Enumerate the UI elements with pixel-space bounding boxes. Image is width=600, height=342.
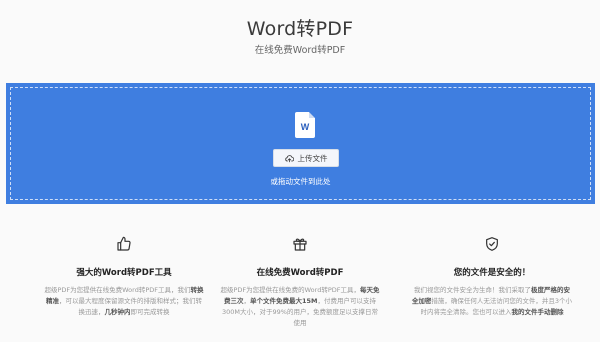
- feature-title: 您的文件是安全的！: [453, 268, 531, 278]
- gift-icon: [293, 238, 307, 251]
- hero-section: Word转PDF 在线免费Word转PDF: [0, 0, 600, 84]
- word-file-icon: W: [295, 112, 315, 138]
- feature-title: 在线免费Word转PDF: [256, 268, 344, 278]
- highlight-text: 我的文件手动删除: [511, 308, 564, 316]
- feature-title: 强大的Word转PDF工具: [76, 268, 172, 278]
- feature-card-secure: 您的文件是安全的！ 我们视您的文件安全为生命！我们采取了极度严格的安全加密措施，…: [407, 236, 577, 318]
- page-title: Word转PDF: [246, 18, 354, 40]
- feature-card-free: 在线免费Word转PDF 超级PDF为您提供在线免费的Word转PDF工具，每天…: [215, 236, 385, 329]
- feature-description: 超级PDF为您提供在线免费Word转PDF工具，我们转换精准，可以最大程度保留源…: [39, 285, 209, 318]
- upload-file-button[interactable]: 上传文件: [273, 149, 339, 167]
- description-text: 我们视您的文件安全为生命！我们采取了: [414, 286, 531, 294]
- features-section: 强大的Word转PDF工具 超级PDF为您提供在线免费Word转PDF工具，我们…: [0, 236, 600, 342]
- thumbs-up-icon: [117, 236, 131, 251]
- upload-button-label: 上传文件: [297, 153, 328, 163]
- feature-description: 超级PDF为您提供在线免费的Word转PDF工具，每天免费三次，单个文件免费最大…: [215, 285, 385, 329]
- upload-dropzone[interactable]: W 上传文件 或拖动文件到此处: [6, 83, 595, 204]
- highlight-text: 单个文件免费最大15M: [249, 297, 318, 305]
- highlight-text: 几秒钟内: [104, 308, 131, 316]
- feature-description: 我们视您的文件安全为生命！我们采取了极度严格的安全加密措施，确保任何人无法访问您…: [407, 285, 577, 318]
- drag-hint-text: 或拖动文件到此处: [270, 177, 331, 186]
- shield-check-icon: [486, 237, 498, 251]
- dropzone-dashed-area[interactable]: W 上传文件 或拖动文件到此处: [10, 87, 591, 200]
- cloud-upload-icon: [284, 154, 294, 162]
- page-subtitle: 在线免费Word转PDF: [254, 45, 346, 56]
- description-text: 超级PDF为您提供在线免费Word转PDF工具，我们: [44, 286, 191, 294]
- feature-card-powerful: 强大的Word转PDF工具 超级PDF为您提供在线免费Word转PDF工具，我们…: [39, 236, 209, 318]
- description-text: 即可完成转换: [130, 308, 170, 316]
- description-text: 超级PDF为您提供在线免费的Word转PDF工具，: [220, 286, 361, 294]
